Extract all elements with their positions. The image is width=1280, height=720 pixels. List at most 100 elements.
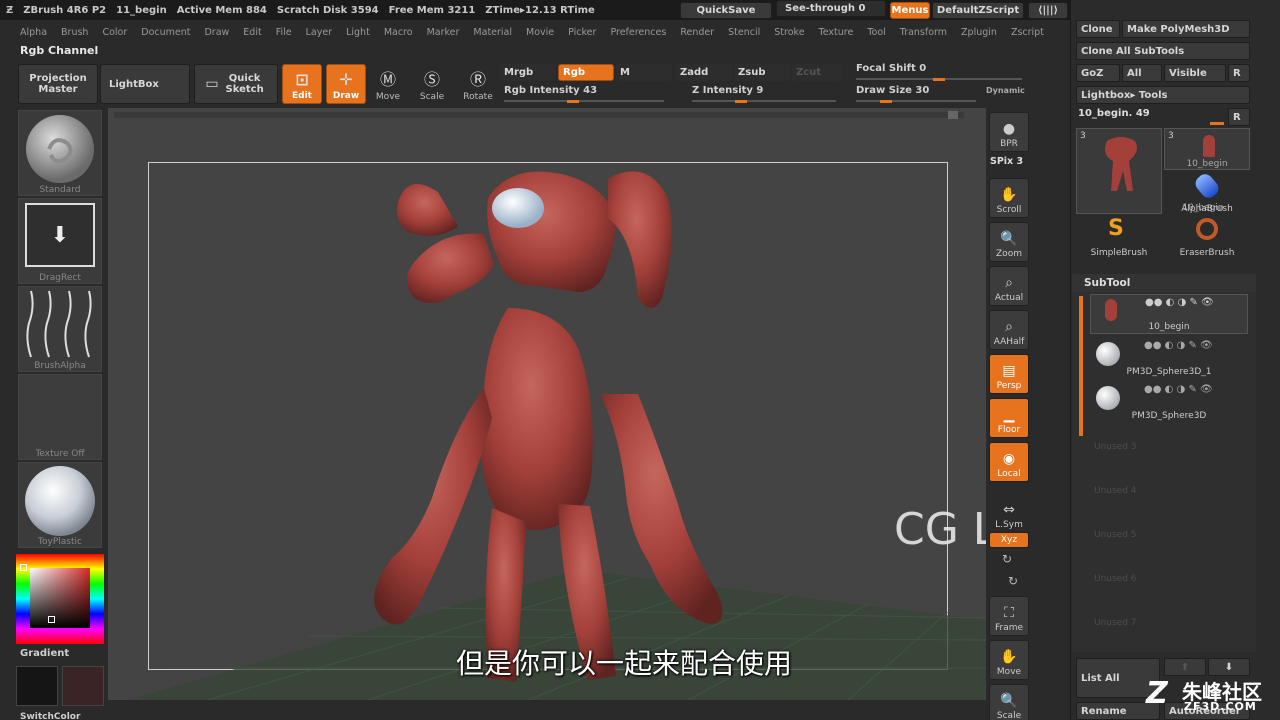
tool-thumb-main[interactable]: 3 10_begin bbox=[1076, 128, 1224, 214]
draw-button[interactable]: ✛ Draw bbox=[326, 64, 366, 104]
texture-thumbnail[interactable]: Texture Off bbox=[18, 374, 102, 460]
lsym-button[interactable]: ⇔ L.Sym bbox=[989, 492, 1029, 532]
dynamic-toggle[interactable]: Dynamic bbox=[986, 86, 1025, 95]
aahalf-button[interactable]: ⌕ AAHalf bbox=[989, 310, 1029, 350]
subtool-item-2[interactable]: ●● ◐ ◑ ✎ 👁 PM3D_Sphere3D_1 bbox=[1090, 338, 1248, 378]
menu-item-tool[interactable]: Tool bbox=[867, 27, 885, 38]
canvas-viewport[interactable]: CG Library 但是你可以一起来配合使用 bbox=[108, 108, 986, 700]
lightbox-tools-button[interactable]: Lightbox▸ Tools bbox=[1076, 86, 1250, 104]
menu-item-brush[interactable]: Brush bbox=[61, 27, 88, 38]
menu-item-movie[interactable]: Movie bbox=[526, 27, 554, 38]
menu-item-texture[interactable]: Texture bbox=[819, 27, 854, 38]
subtool-header[interactable]: SubTool bbox=[1072, 274, 1256, 292]
brush-thumbnail[interactable]: Standard bbox=[18, 110, 102, 196]
menu-item-edit[interactable]: Edit bbox=[243, 27, 261, 38]
m-button[interactable]: M bbox=[616, 64, 672, 81]
menu-item-preferences[interactable]: Preferences bbox=[610, 27, 666, 38]
draw-size-knob[interactable] bbox=[880, 99, 892, 103]
menu-item-material[interactable]: Material bbox=[473, 27, 512, 38]
default-zscript-button[interactable]: DefaultZScript bbox=[932, 2, 1024, 19]
alphabrush-tool[interactable]: AlphaBrush bbox=[1164, 171, 1250, 214]
rotate-button[interactable]: Ⓡ Rotate bbox=[458, 64, 498, 104]
z-intensity-slider[interactable] bbox=[692, 100, 836, 102]
r-button[interactable]: R bbox=[1228, 64, 1250, 82]
subtool-toggles-icon[interactable]: ●● ◐ ◑ ✎ 👁 bbox=[1145, 297, 1214, 308]
current-tool-r-button[interactable]: R bbox=[1228, 108, 1250, 126]
floor-button[interactable]: ▁ Floor bbox=[989, 398, 1029, 438]
bpr-button[interactable]: ● BPR bbox=[989, 112, 1029, 152]
color-picker[interactable] bbox=[16, 554, 104, 644]
simplebrush-tool[interactable]: S SimpleBrush bbox=[1076, 216, 1162, 258]
menu-item-draw[interactable]: Draw bbox=[204, 27, 229, 38]
spix-slider[interactable]: SPix 3 bbox=[990, 156, 1023, 167]
subtool-toggles-icon[interactable]: ●● ◐ ◑ ✎ 👁 bbox=[1144, 384, 1213, 395]
menu-item-picker[interactable]: Picker bbox=[568, 27, 596, 38]
menus-button[interactable]: Menus bbox=[890, 2, 930, 19]
zoom-button[interactable]: 🔍 Zoom bbox=[989, 222, 1029, 262]
visible-button[interactable]: Visible bbox=[1164, 64, 1226, 82]
rgb-intensity-slider[interactable] bbox=[504, 100, 664, 102]
menu-item-render[interactable]: Render bbox=[680, 27, 714, 38]
projection-master-button[interactable]: Projection Master bbox=[18, 64, 98, 104]
menu-item-alpha[interactable]: Alpha bbox=[20, 27, 47, 38]
subtool-toggles-icon[interactable]: ●● ◐ ◑ ✎ 👁 bbox=[1144, 340, 1213, 351]
menu-item-macro[interactable]: Macro bbox=[384, 27, 413, 38]
menu-item-transform[interactable]: Transform bbox=[900, 27, 947, 38]
menu-item-color[interactable]: Color bbox=[102, 27, 127, 38]
persp-button[interactable]: ▤ Persp bbox=[989, 354, 1029, 394]
lightbox-button[interactable]: LightBox bbox=[100, 64, 190, 104]
make-polymesh-button[interactable]: Make PolyMesh3D bbox=[1122, 20, 1250, 38]
local-button[interactable]: ◉ Local bbox=[989, 442, 1029, 482]
color-saturation-square[interactable] bbox=[30, 568, 90, 628]
rotate-y-icon[interactable]: ↻ bbox=[1002, 552, 1012, 566]
z-intensity-knob[interactable] bbox=[734, 99, 747, 103]
scale-view-button[interactable]: 🔍 Scale bbox=[989, 684, 1029, 720]
move-view-button[interactable]: ✋ Move bbox=[989, 640, 1029, 680]
mrgb-button[interactable]: Mrgb bbox=[500, 64, 556, 81]
edit-button[interactable]: ⊡ Edit bbox=[282, 64, 322, 104]
zcut-button[interactable]: Zcut bbox=[792, 64, 842, 81]
tool-thumb-small[interactable]: 3 10_begin bbox=[1164, 128, 1250, 170]
menu-item-light[interactable]: Light bbox=[346, 27, 370, 38]
scale-button[interactable]: Ⓢ Scale bbox=[412, 64, 452, 104]
quick-sketch-button[interactable]: ▭ Quick Sketch bbox=[194, 64, 278, 104]
clone-all-subtools-button[interactable]: Clone All SubTools bbox=[1076, 42, 1250, 60]
menu-item-marker[interactable]: Marker bbox=[427, 27, 460, 38]
all-button[interactable]: All bbox=[1122, 64, 1162, 82]
stroke-thumbnail[interactable]: ⬇ DragRect bbox=[18, 198, 102, 284]
zadd-button[interactable]: Zadd bbox=[676, 64, 732, 81]
switch-color-button[interactable]: SwitchColor bbox=[20, 712, 80, 720]
rgb-intensity-knob[interactable] bbox=[566, 99, 579, 103]
menu-item-stencil[interactable]: Stencil bbox=[728, 27, 760, 38]
scroll-button[interactable]: ✋ Scroll bbox=[989, 178, 1029, 218]
menu-item-zscript[interactable]: Zscript bbox=[1011, 27, 1044, 38]
goz-button[interactable]: GoZ bbox=[1076, 64, 1120, 82]
rgb-button[interactable]: Rgb bbox=[558, 64, 614, 81]
see-through-slider[interactable]: See-through 0 bbox=[776, 0, 886, 17]
subtool-scrollbar[interactable] bbox=[1079, 296, 1083, 436]
window-controls[interactable]: ⟨|||⟩ bbox=[1028, 2, 1068, 19]
menu-item-zplugin[interactable]: Zplugin bbox=[961, 27, 997, 38]
frame-button[interactable]: ⛶ Frame bbox=[989, 596, 1029, 636]
menu-item-document[interactable]: Document bbox=[141, 27, 190, 38]
focal-shift-knob[interactable] bbox=[933, 77, 945, 81]
menu-toggle-icon[interactable]: ⟨|||⟩ bbox=[1038, 5, 1058, 16]
actual-button[interactable]: ⌕ Actual bbox=[989, 266, 1029, 306]
alpha-thumbnail[interactable]: BrushAlpha bbox=[18, 286, 102, 372]
xyz-button[interactable]: Xyz bbox=[989, 532, 1029, 548]
zsub-button[interactable]: Zsub bbox=[734, 64, 790, 81]
subtool-item-3[interactable]: ●● ◐ ◑ ✎ 👁 PM3D_Sphere3D bbox=[1090, 382, 1248, 422]
rotate-z-icon[interactable]: ↻ bbox=[1008, 574, 1018, 588]
subtool-item-1[interactable]: ●● ◐ ◑ ✎ 👁 10_begin bbox=[1090, 294, 1248, 334]
menu-item-file[interactable]: File bbox=[276, 27, 292, 38]
menu-item-layer[interactable]: Layer bbox=[306, 27, 333, 38]
menu-item-stroke[interactable]: Stroke bbox=[774, 27, 804, 38]
quicksave-button[interactable]: QuickSave bbox=[680, 2, 772, 19]
current-tool-slider[interactable]: 10_begin. 49 bbox=[1078, 108, 1150, 119]
current-tool-knob[interactable] bbox=[1210, 122, 1224, 125]
material-thumbnail[interactable]: ToyPlastic bbox=[18, 462, 102, 548]
secondary-color-swatch[interactable] bbox=[62, 666, 104, 706]
primary-color-swatch[interactable] bbox=[16, 666, 58, 706]
eraserbrush-tool[interactable]: EraserBrush bbox=[1164, 216, 1250, 258]
move-button[interactable]: Ⓜ Move bbox=[368, 64, 408, 104]
